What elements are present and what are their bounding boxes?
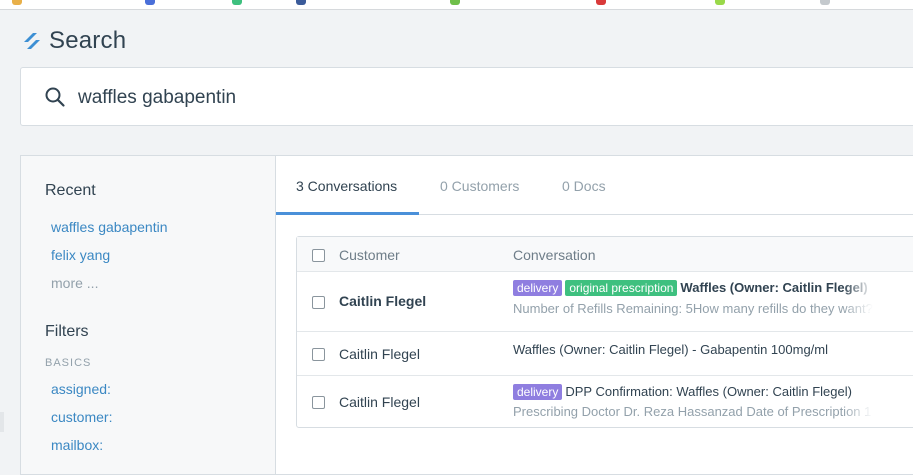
tag-original-prescription[interactable]: original prescription (565, 280, 678, 296)
filter-customer-link[interactable]: customer: (51, 409, 112, 425)
recent-heading: Recent (45, 182, 96, 199)
conversation-preview: Number of Refills Remaining: 5How many r… (513, 301, 873, 316)
results-table: Customer Conversation Caitlin Flegel del… (296, 236, 913, 428)
bookmark-favicon[interactable] (596, 0, 606, 5)
recent-search-link[interactable]: waffles gabapentin (51, 219, 168, 235)
search-sidebar: Recent waffles gabapentin felix yang mor… (20, 155, 275, 475)
subject-text: Waffles (Owner: Caitlin Flegel) - Gabape… (513, 342, 829, 357)
tag-delivery[interactable]: delivery (513, 384, 563, 400)
search-bar (20, 67, 913, 126)
preview-text: Prescribing Doctor Dr. Reza Hassanzad Da… (513, 404, 872, 419)
subject-text: DPP Confirmation: Waffles (Owner: Caitli… (565, 384, 852, 399)
result-tabs: 3 Conversations 0 Customers 0 Docs (276, 156, 913, 215)
row-checkbox[interactable] (312, 348, 325, 361)
helpscout-logo-icon[interactable] (22, 29, 42, 53)
row-checkbox[interactable] (312, 396, 325, 409)
subject-text: Waffles (Owner: Caitlin Flegel) (680, 280, 868, 295)
filter-assigned-link[interactable]: assigned: (51, 381, 111, 397)
conversation-preview: Prescribing Doctor Dr. Reza Hassanzad Da… (513, 404, 873, 419)
results-panel: 3 Conversations 0 Customers 0 Docs Custo… (275, 155, 913, 475)
basics-label: BASICS (45, 357, 92, 369)
page-title: Search (49, 27, 127, 54)
conversation-subject[interactable]: Waffles (Owner: Caitlin Flegel) - Gabape… (513, 342, 873, 357)
conversation-subject[interactable]: delivery DPP Confirmation: Waffles (Owner… (513, 384, 873, 400)
customer-name[interactable]: Caitlin Flegel (339, 346, 420, 362)
bookmark-favicon[interactable] (12, 0, 22, 5)
browser-bookmarks-strip (0, 0, 913, 10)
tab-docs[interactable]: 0 Docs (562, 178, 606, 194)
active-tab-indicator (276, 212, 419, 215)
table-row[interactable]: Caitlin Flegel Waffles (Owner: Caitlin F… (297, 331, 913, 376)
bookmark-favicon[interactable] (820, 0, 830, 5)
customer-column-header[interactable]: Customer (339, 247, 400, 263)
bookmark-favicon[interactable] (232, 0, 242, 5)
tag-delivery[interactable]: delivery (513, 280, 563, 296)
more-recent-link[interactable]: more ... (51, 275, 98, 291)
table-row[interactable]: Caitlin Flegel delivery DPP Confirmation:… (297, 375, 913, 429)
conversation-column-header[interactable]: Conversation (513, 247, 596, 263)
recent-search-link[interactable]: felix yang (51, 247, 110, 263)
table-header-row: Customer Conversation (297, 237, 913, 272)
customer-name[interactable]: Caitlin Flegel (339, 394, 420, 410)
filters-heading: Filters (45, 323, 89, 340)
search-input[interactable] (76, 82, 780, 114)
search-icon[interactable] (44, 86, 66, 108)
bookmark-favicon[interactable] (715, 0, 725, 5)
bookmark-favicon[interactable] (296, 0, 306, 5)
conversation-subject[interactable]: delivery original prescription Waffles (Ow… (513, 280, 873, 296)
tab-conversations[interactable]: 3 Conversations (296, 178, 397, 194)
bookmark-favicon[interactable] (145, 0, 155, 5)
row-checkbox[interactable] (312, 296, 325, 309)
tab-customers[interactable]: 0 Customers (440, 178, 519, 194)
window-edge-handle (0, 412, 4, 432)
page-header: Search (22, 26, 126, 56)
select-all-checkbox[interactable] (312, 249, 325, 262)
table-row[interactable]: Caitlin Flegel delivery original prescrip… (297, 271, 913, 332)
filter-mailbox-link[interactable]: mailbox: (51, 437, 103, 453)
customer-name[interactable]: Caitlin Flegel (339, 293, 426, 309)
preview-text: Number of Refills Remaining: 5How many r… (513, 301, 873, 316)
bookmark-favicon[interactable] (450, 0, 460, 5)
